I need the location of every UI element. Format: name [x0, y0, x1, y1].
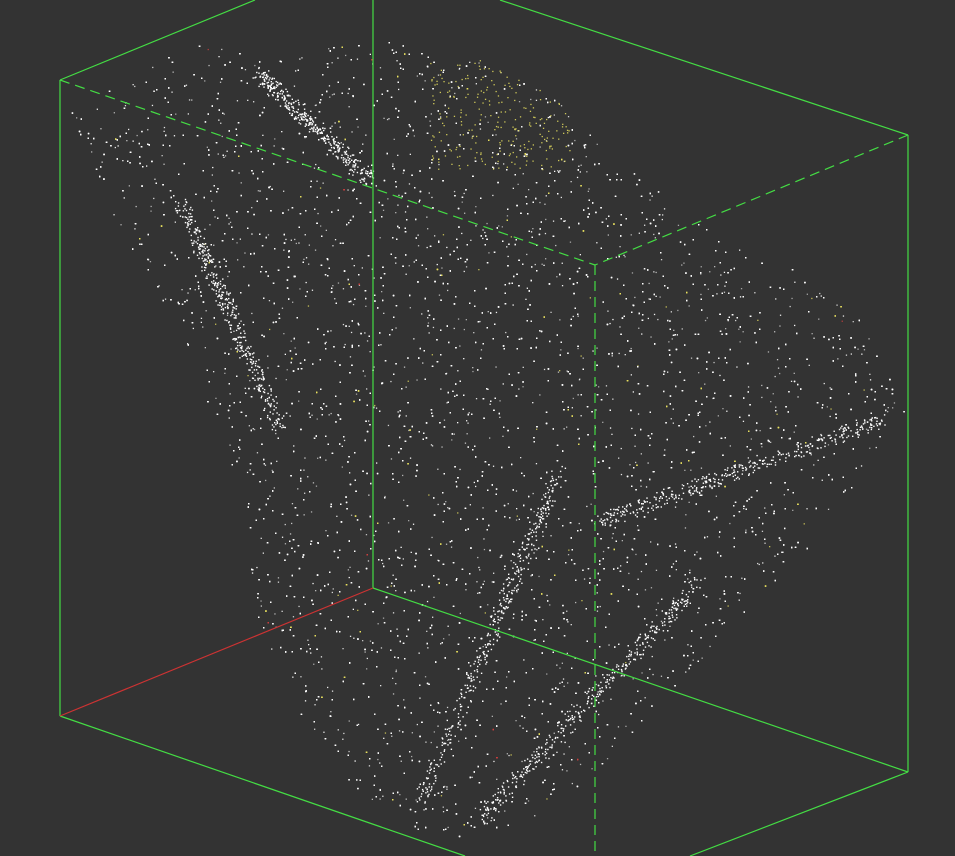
render-area [0, 0, 955, 856]
3d-scene[interactable] [0, 0, 955, 856]
point-cloud-viewport[interactable] [0, 0, 955, 856]
